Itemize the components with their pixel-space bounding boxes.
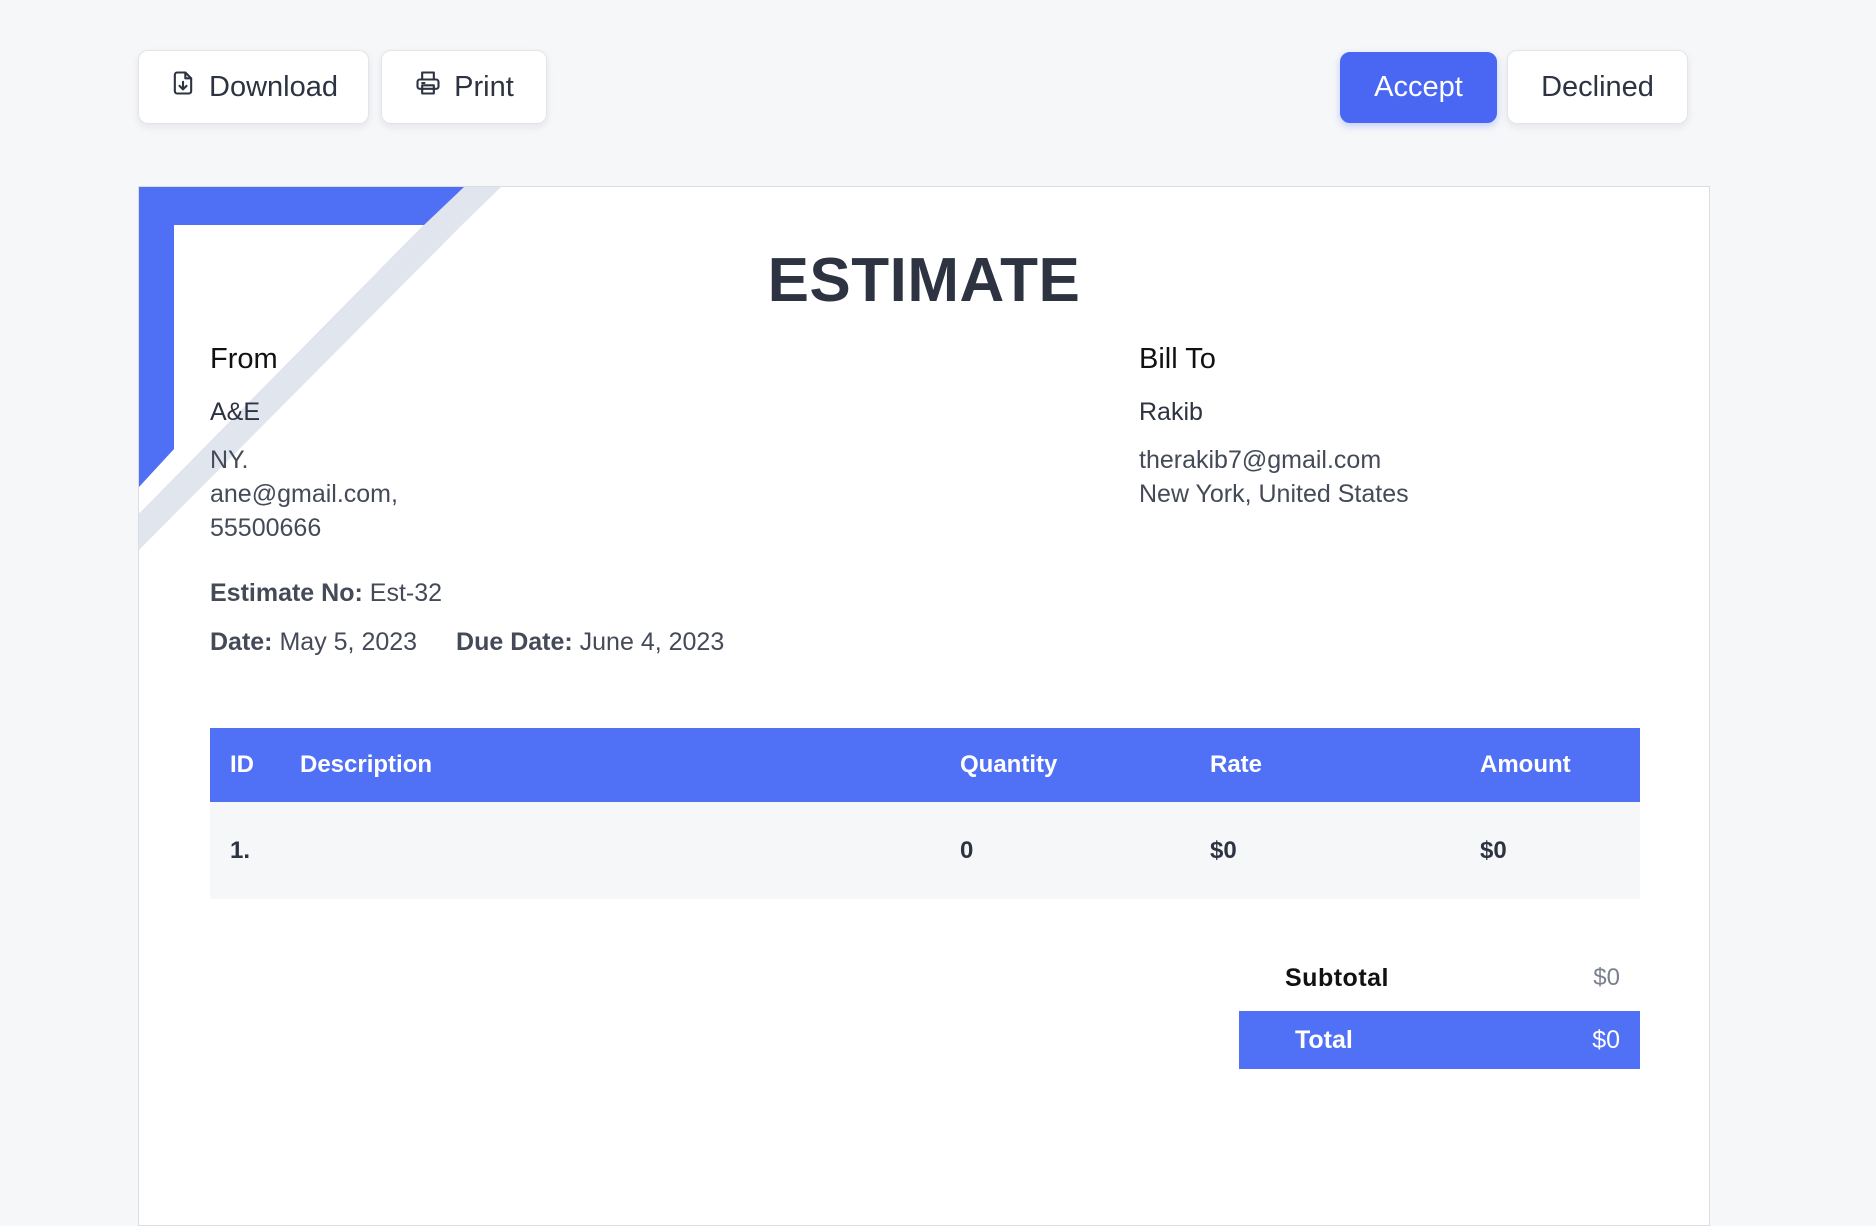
document-title: ESTIMATE <box>767 246 1081 315</box>
estimate-number-label: Estimate No: <box>210 579 363 607</box>
totals-section: Subtotal $0 Total $0 <box>1239 953 1640 1069</box>
bill-to-heading: Bill To <box>1139 343 1216 375</box>
header-amount: Amount <box>1480 751 1571 778</box>
date-label: Date: <box>210 628 273 656</box>
declined-button[interactable]: Declined <box>1507 50 1688 124</box>
from-email: ane@gmail.com, <box>210 480 398 508</box>
subtotal-label: Subtotal <box>1285 963 1389 992</box>
table-row: 1. 0 $0 $0 <box>210 802 1640 899</box>
total-value: $0 <box>1592 1025 1620 1054</box>
total-label: Total <box>1295 1025 1353 1054</box>
from-address: NY. <box>210 446 249 474</box>
from-heading: From <box>210 343 278 375</box>
subtotal-value: $0 <box>1593 964 1620 991</box>
header-quantity: Quantity <box>960 751 1058 778</box>
toolbar: Download Print Accept Declined <box>138 50 1688 125</box>
bill-to-section: Bill To Rakib therakib7@gmail.com New Yo… <box>1139 343 1409 511</box>
printer-icon <box>414 69 442 105</box>
header-id: ID <box>230 751 254 778</box>
file-download-icon <box>169 69 197 105</box>
print-button[interactable]: Print <box>381 50 547 124</box>
estimate-dates: Date: May 5, 2023 Due Date: June 4, 2023 <box>210 628 724 657</box>
cell-quantity: 0 <box>960 836 974 864</box>
print-label: Print <box>454 70 514 103</box>
bill-to-email: therakib7@gmail.com <box>1139 446 1382 474</box>
due-date-label: Due Date: <box>456 628 573 656</box>
accept-button[interactable]: Accept <box>1340 52 1497 123</box>
due-date-value: June 4, 2023 <box>579 628 725 656</box>
table-header: ID Description Quantity Rate Amount <box>210 728 1640 802</box>
download-button[interactable]: Download <box>138 50 369 124</box>
bill-to-address: New York, United States <box>1139 480 1409 508</box>
total-row: Total $0 <box>1239 1011 1640 1069</box>
cell-id: 1. <box>230 836 251 864</box>
estimate-number: Estimate No: Est-32 <box>210 579 442 608</box>
from-phone: 55500666 <box>210 514 322 542</box>
date-value: May 5, 2023 <box>279 628 418 656</box>
header-rate: Rate <box>1210 751 1263 778</box>
items-table: ID Description Quantity Rate Amount 1. 0… <box>210 728 1640 899</box>
from-name: A&E <box>210 398 261 426</box>
cell-amount: $0 <box>1480 836 1507 864</box>
subtotal-row: Subtotal $0 <box>1239 953 1640 1003</box>
header-description: Description <box>300 751 433 778</box>
estimate-number-value: Est-32 <box>369 579 443 607</box>
download-label: Download <box>209 70 338 103</box>
from-section: From A&E NY. ane@gmail.com, 55500666 <box>210 343 398 545</box>
estimate-document: ESTIMATE From A&E NY. ane@gmail.com, 555… <box>138 186 1710 1226</box>
bill-to-name: Rakib <box>1139 398 1203 426</box>
cell-rate: $0 <box>1210 836 1237 864</box>
